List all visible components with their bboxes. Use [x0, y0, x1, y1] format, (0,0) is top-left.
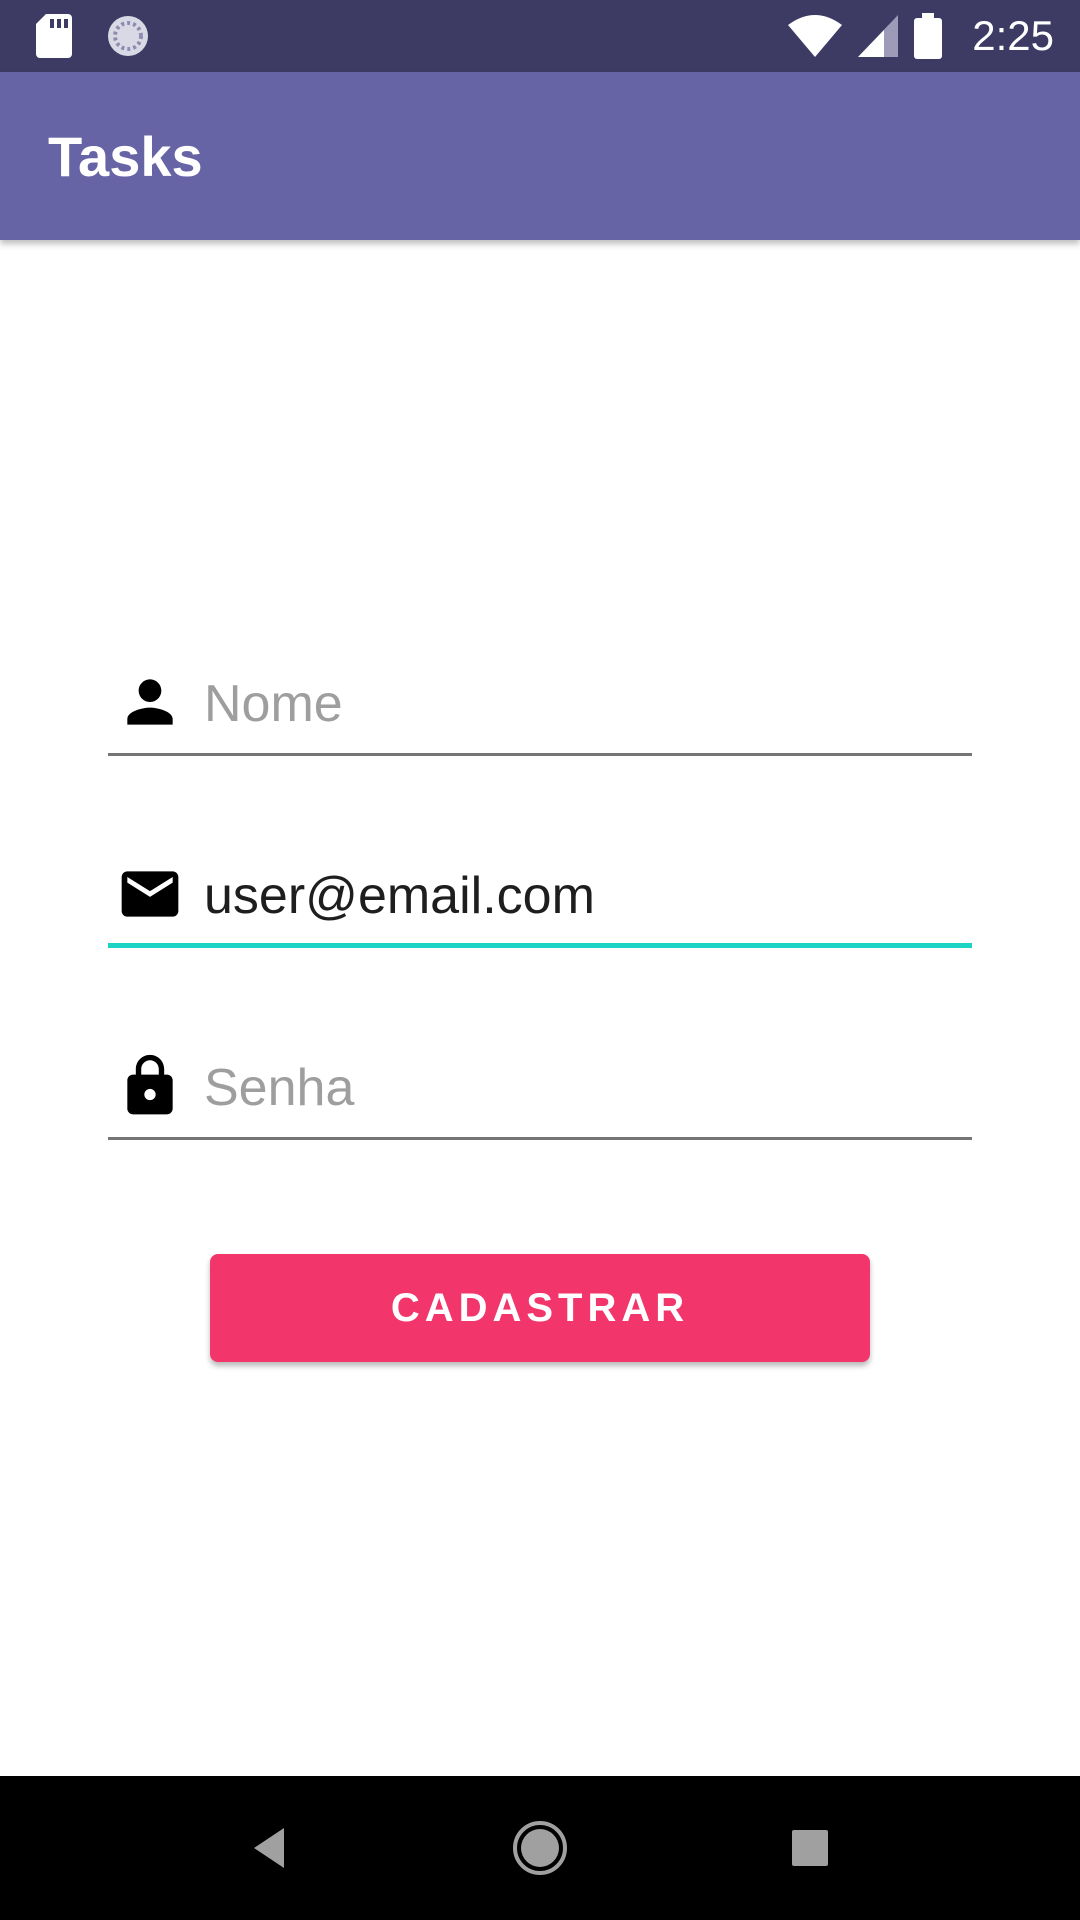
status-bar: 2:25 — [0, 0, 1080, 72]
status-left-icons — [36, 14, 150, 58]
name-input[interactable] — [204, 672, 972, 736]
person-icon — [127, 679, 173, 725]
home-icon[interactable] — [510, 1818, 570, 1878]
signal-icon — [858, 15, 899, 57]
app-bar: Tasks — [0, 72, 1080, 240]
battery-icon — [914, 13, 943, 59]
password-underline — [108, 1137, 972, 1140]
wifi-icon — [788, 15, 843, 57]
name-underline — [108, 753, 972, 756]
back-icon[interactable] — [240, 1818, 300, 1878]
register-button[interactable]: CADASTRAR — [210, 1254, 870, 1362]
email-field[interactable] — [108, 840, 972, 948]
password-input[interactable] — [204, 1056, 972, 1120]
name-field[interactable] — [108, 648, 972, 756]
sd-card-icon — [36, 14, 72, 58]
app-title: Tasks — [48, 125, 203, 188]
lock-icon — [127, 1054, 173, 1115]
status-clock: 2:25 — [972, 12, 1054, 59]
email-underline — [108, 943, 972, 948]
password-field[interactable] — [108, 1032, 972, 1140]
recents-icon[interactable] — [780, 1818, 840, 1878]
navigation-bar — [0, 1776, 1080, 1920]
status-right-icons: 2:25 — [788, 0, 1054, 72]
email-input[interactable] — [204, 864, 972, 928]
email-icon — [121, 871, 179, 917]
sync-icon — [108, 16, 148, 56]
